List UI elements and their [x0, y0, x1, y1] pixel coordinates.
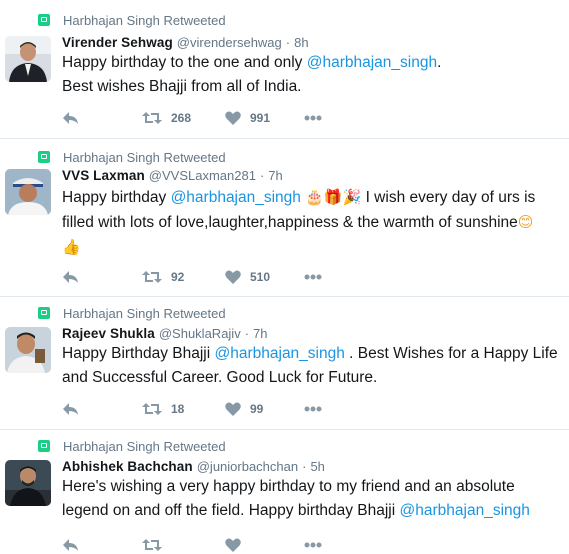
tweet[interactable]: Harbhajan Singh Retweeted Virender Sehwa… — [0, 0, 569, 139]
text-segment: Happy birthday to the one and only — [62, 54, 307, 71]
reply-button[interactable] — [62, 109, 79, 127]
retweet-icon — [142, 271, 162, 283]
like-count: 510 — [250, 270, 271, 284]
timeline-feed: Harbhajan Singh Retweeted Virender Sehwa… — [0, 0, 569, 552]
retweeted-context: Harbhajan Singh Retweeted — [38, 148, 226, 166]
author-name[interactable]: VVS Laxman — [62, 168, 145, 183]
retweet-icon — [142, 112, 162, 124]
retweet-icon — [38, 151, 50, 163]
retweeted-label: Harbhajan Singh Retweeted — [63, 12, 226, 28]
retweet-count: 268 — [171, 111, 192, 125]
tweet-header: Virender Sehwag @virendersehwag 8h — [62, 35, 309, 50]
heart-icon — [225, 538, 241, 552]
tweet-text: Happy birthday to the one and only @harb… — [62, 51, 563, 99]
retweet-icon — [142, 403, 162, 415]
retweet-button[interactable]: 268 — [142, 109, 191, 127]
avatar[interactable] — [5, 327, 51, 373]
more-icon — [304, 274, 322, 280]
more-button[interactable] — [304, 268, 322, 286]
author-name[interactable]: Rajeev Shukla — [62, 326, 155, 341]
retweeted-context: Harbhajan Singh Retweeted — [38, 11, 226, 29]
author-handle[interactable]: @juniorbachchan — [197, 459, 298, 474]
heart-icon — [225, 270, 241, 284]
heart-icon — [225, 402, 241, 416]
mention-link[interactable]: @harbhajan_singh — [171, 189, 301, 206]
more-button[interactable] — [304, 536, 322, 554]
author-handle[interactable]: @VVSLaxman281 — [149, 168, 256, 183]
more-icon — [304, 115, 322, 121]
text-segment: . — [437, 54, 442, 71]
author-name[interactable]: Abhishek Bachchan — [62, 459, 193, 474]
heart-icon — [225, 111, 241, 125]
tweet-header: Rajeev Shukla @ShuklaRajiv 7h — [62, 326, 268, 341]
tweet[interactable]: Harbhajan Singh Retweeted Abhishek Bachc… — [0, 430, 569, 552]
retweeted-label: Harbhajan Singh Retweeted — [63, 438, 226, 454]
retweet-icon — [38, 307, 50, 319]
avatar[interactable] — [5, 169, 51, 215]
reply-icon — [63, 539, 78, 551]
author-handle[interactable]: @ShuklaRajiv — [159, 326, 241, 341]
tweet-text: Happy birthday @harbhajan_singh 🎂🎁🎉 I wi… — [62, 185, 563, 260]
retweet-count: 92 — [171, 270, 185, 284]
emoji-thumbs-up: 👍 — [62, 238, 81, 256]
tweet-text: Here's wishing a very happy birthday to … — [62, 475, 563, 523]
reply-icon — [63, 403, 78, 415]
retweet-button[interactable] — [142, 536, 171, 554]
like-count: 99 — [250, 402, 264, 416]
retweeted-label: Harbhajan Singh Retweeted — [63, 149, 226, 165]
tweet-header: VVS Laxman @VVSLaxman281 7h — [62, 168, 283, 183]
retweeted-context: Harbhajan Singh Retweeted — [38, 437, 226, 455]
more-button[interactable] — [304, 400, 322, 418]
retweeted-context: Harbhajan Singh Retweeted — [38, 304, 226, 322]
tweet-text: Happy Birthday Bhajji @harbhajan_singh .… — [62, 342, 563, 390]
retweet-icon — [142, 539, 162, 551]
reply-button[interactable] — [62, 268, 79, 286]
reply-icon — [63, 112, 78, 124]
retweeted-label: Harbhajan Singh Retweeted — [63, 305, 226, 321]
author-handle[interactable]: @virendersehwag — [177, 35, 282, 50]
retweet-icon — [38, 14, 50, 26]
emoji-smile: 😊 — [517, 213, 534, 231]
retweet-icon — [38, 440, 50, 452]
tweet[interactable]: Harbhajan Singh Retweeted Rajeev Shukla … — [0, 297, 569, 430]
retweet-button[interactable]: 18 — [142, 400, 184, 418]
emoji-cake-gift-party: 🎂🎁🎉 — [305, 188, 362, 206]
tweet-time[interactable]: 7h — [245, 326, 267, 341]
reply-icon — [63, 271, 78, 283]
avatar[interactable] — [5, 36, 51, 82]
retweet-count: 18 — [171, 402, 185, 416]
like-button[interactable]: 991 — [225, 109, 270, 127]
reply-button[interactable] — [62, 400, 79, 418]
author-name[interactable]: Virender Sehwag — [62, 35, 173, 50]
more-button[interactable] — [304, 109, 322, 127]
tweet-time[interactable]: 5h — [302, 459, 324, 474]
mention-link[interactable]: @harbhajan_singh — [400, 502, 530, 519]
avatar[interactable] — [5, 460, 51, 506]
text-segment: Best wishes Bhajji from all of India. — [62, 78, 302, 95]
like-button[interactable] — [225, 536, 250, 554]
tweet-time[interactable]: 7h — [260, 168, 282, 183]
mention-link[interactable]: @harbhajan_singh — [307, 54, 437, 71]
mention-link[interactable]: @harbhajan_singh — [215, 345, 345, 362]
reply-button[interactable] — [62, 536, 79, 554]
text-segment: Happy Birthday Bhajji — [62, 345, 215, 362]
tweet-time[interactable]: 8h — [286, 35, 308, 50]
text-segment: Happy birthday — [62, 189, 171, 206]
more-icon — [304, 406, 322, 412]
tweet-header: Abhishek Bachchan @juniorbachchan 5h — [62, 459, 325, 474]
like-count: 991 — [250, 111, 271, 125]
retweet-button[interactable]: 92 — [142, 268, 184, 286]
tweet[interactable]: Harbhajan Singh Retweeted VVS Laxman @VV… — [0, 139, 569, 297]
like-button[interactable]: 99 — [225, 400, 263, 418]
like-button[interactable]: 510 — [225, 268, 270, 286]
